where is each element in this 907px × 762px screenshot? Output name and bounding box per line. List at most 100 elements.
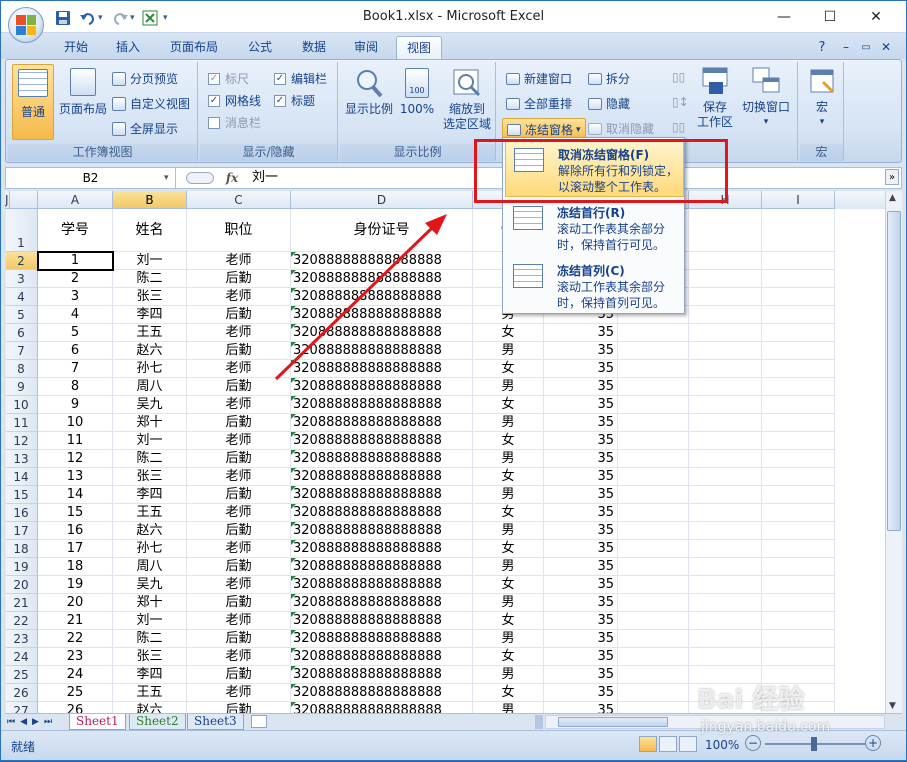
cell-b[interactable]: 郑十 <box>113 414 187 432</box>
page-layout-view-button[interactable]: 页面布局 <box>58 68 108 117</box>
cell-c[interactable]: 老师 <box>187 288 291 306</box>
maximize-button[interactable]: ☐ <box>807 1 853 33</box>
empty-cell[interactable] <box>5 558 6 576</box>
empty-cell[interactable] <box>618 486 689 504</box>
empty-cell[interactable] <box>618 432 689 450</box>
row-header[interactable]: 26 <box>5 684 38 702</box>
empty-cell[interactable] <box>689 342 762 360</box>
empty-cell[interactable] <box>689 360 762 378</box>
empty-cell[interactable] <box>618 468 689 486</box>
empty-cell[interactable] <box>618 342 689 360</box>
insert-function-icon[interactable]: fx <box>220 168 244 188</box>
cell-f[interactable]: 35 <box>544 342 618 360</box>
cell-d[interactable]: 320888888888888888 <box>291 612 473 630</box>
empty-cell[interactable] <box>689 486 762 504</box>
cell-f[interactable]: 35 <box>544 450 618 468</box>
empty-cell[interactable] <box>762 558 835 576</box>
cell-e[interactable]: 男 <box>473 666 544 684</box>
cell-a[interactable]: 10 <box>38 414 113 432</box>
row-header[interactable]: 17 <box>5 522 38 540</box>
unhide-button[interactable]: 取消隐藏 <box>588 120 654 137</box>
cell-d[interactable]: 320888888888888888 <box>291 378 473 396</box>
empty-cell[interactable] <box>689 468 762 486</box>
cell-c[interactable]: 老师 <box>187 396 291 414</box>
cell-a[interactable]: 17 <box>38 540 113 558</box>
save-workspace-button[interactable]: 保存 工作区 <box>694 66 736 130</box>
tab-view[interactable]: 视图 <box>396 36 442 59</box>
empty-cell[interactable] <box>618 396 689 414</box>
sheet-tab-sheet3[interactable]: Sheet3 <box>187 714 244 730</box>
column-header-a[interactable]: A <box>38 191 113 209</box>
headings-checkbox[interactable]: ✓ 标题 <box>274 92 315 109</box>
cell-d[interactable]: 320888888888888888 <box>291 558 473 576</box>
scroll-up-icon[interactable]: ▲ <box>889 193 896 203</box>
cell-e[interactable]: 男 <box>473 486 544 504</box>
cell-b[interactable]: 李四 <box>113 666 187 684</box>
row-header[interactable]: 13 <box>5 450 38 468</box>
macros-button[interactable]: 宏 ▾ <box>804 68 840 130</box>
zoom-to-selection-button[interactable]: 缩放到 选定区域 <box>440 68 494 132</box>
cell-c[interactable]: 老师 <box>187 432 291 450</box>
empty-cell[interactable] <box>5 306 6 324</box>
cell-d[interactable]: 320888888888888888 <box>291 396 473 414</box>
cell-c[interactable]: 后勤 <box>187 558 291 576</box>
cell-e[interactable]: 女 <box>473 648 544 666</box>
hide-button[interactable]: 隐藏 <box>588 95 630 112</box>
cell-a[interactable]: 6 <box>38 342 113 360</box>
cell-e[interactable]: 男 <box>473 450 544 468</box>
cell-e[interactable]: 女 <box>473 432 544 450</box>
cell-c[interactable]: 老师 <box>187 504 291 522</box>
cell-a[interactable]: 19 <box>38 576 113 594</box>
row-header[interactable]: 16 <box>5 504 38 522</box>
new-window-button[interactable]: 新建窗口 <box>506 70 572 87</box>
empty-cell[interactable] <box>689 432 762 450</box>
cell-a[interactable]: 11 <box>38 432 113 450</box>
cell-e[interactable]: 女 <box>473 468 544 486</box>
help-icon[interactable]: ? <box>813 36 831 59</box>
empty-cell[interactable] <box>5 522 6 540</box>
cell-b[interactable]: 吴九 <box>113 576 187 594</box>
cell-f[interactable]: 35 <box>544 378 618 396</box>
cell-b[interactable]: 张三 <box>113 288 187 306</box>
column-header-b[interactable]: B <box>113 191 187 209</box>
cell-a[interactable]: 26 <box>38 702 113 713</box>
empty-cell[interactable] <box>5 648 6 666</box>
view-side-by-side-icon[interactable]: ▯▯ <box>672 70 685 84</box>
cell-f[interactable]: 35 <box>544 648 618 666</box>
cell-c[interactable]: 后勤 <box>187 594 291 612</box>
row-header[interactable]: 10 <box>5 396 38 414</box>
cell-f[interactable]: 35 <box>544 630 618 648</box>
horizontal-scroll-thumb[interactable] <box>558 717 668 727</box>
cell-f[interactable]: 35 <box>544 468 618 486</box>
cell-c[interactable]: 老师 <box>187 540 291 558</box>
cell-b[interactable]: 郑十 <box>113 594 187 612</box>
empty-cell[interactable] <box>5 684 6 702</box>
worksheet-grid[interactable]: ABCDEFGHIJ 1学号姓名职位身份证号性21刘一老师32088888888… <box>5 191 885 713</box>
sheet-tab-sheet2[interactable]: Sheet2 <box>129 714 186 730</box>
cell-b[interactable]: 孙七 <box>113 360 187 378</box>
cell-e[interactable]: 女 <box>473 396 544 414</box>
empty-cell[interactable] <box>762 270 835 288</box>
cell-b[interactable]: 刘一 <box>113 432 187 450</box>
cell-f[interactable]: 35 <box>544 684 618 702</box>
empty-cell[interactable] <box>762 630 835 648</box>
cell-f[interactable]: 35 <box>544 396 618 414</box>
cell-a[interactable]: 20 <box>38 594 113 612</box>
empty-cell[interactable] <box>618 558 689 576</box>
cell-b[interactable]: 周八 <box>113 378 187 396</box>
empty-cell[interactable] <box>762 252 835 270</box>
cell-b[interactable]: 赵六 <box>113 522 187 540</box>
empty-cell[interactable] <box>762 594 835 612</box>
empty-cell[interactable] <box>5 252 6 270</box>
empty-cell[interactable] <box>689 450 762 468</box>
empty-cell[interactable] <box>689 209 762 252</box>
message-bar-checkbox[interactable]: 消息栏 <box>208 114 261 131</box>
switch-windows-button[interactable]: 切换窗口 ▾ <box>738 66 794 130</box>
empty-cell[interactable] <box>618 378 689 396</box>
empty-cell[interactable] <box>5 612 6 630</box>
empty-cell[interactable] <box>618 648 689 666</box>
split-button[interactable]: 拆分 <box>588 70 630 87</box>
empty-cell[interactable] <box>5 504 6 522</box>
empty-cell[interactable] <box>762 378 835 396</box>
empty-cell[interactable] <box>689 558 762 576</box>
